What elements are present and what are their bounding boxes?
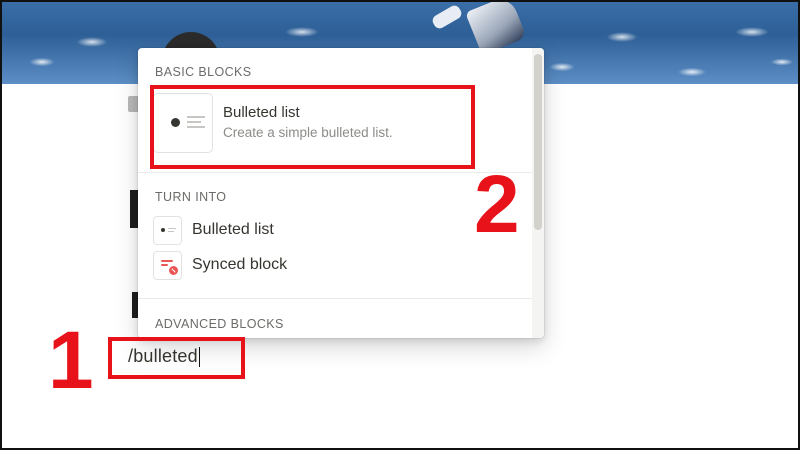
turn-into-item-label: Bulleted list: [192, 221, 274, 238]
menu-scrollbar-thumb[interactable]: [534, 54, 542, 230]
section-title-turn-into: TURN INTO: [155, 190, 227, 204]
annotation-highlight-menu-item: [150, 85, 475, 169]
menu-divider: [138, 172, 532, 173]
bulleted-list-icon: [154, 217, 181, 244]
heading-text-partial: [130, 190, 138, 228]
menu-divider: [138, 298, 532, 299]
synced-block-icon: [154, 252, 181, 279]
turn-into-item-synced-block[interactable]: Synced block: [152, 251, 512, 281]
astronaut-image-part: [430, 3, 464, 31]
section-title-basic-blocks: BASIC BLOCKS: [155, 65, 252, 79]
menu-scrollbar-track[interactable]: [532, 48, 544, 338]
section-title-advanced-blocks: ADVANCED BLOCKS: [155, 317, 284, 331]
turn-into-item-bulleted-list[interactable]: Bulleted list: [152, 216, 512, 246]
annotation-step-1: 1: [48, 315, 94, 406]
annotation-step-2: 2: [474, 159, 520, 250]
annotation-highlight-input: [108, 337, 245, 379]
turn-into-item-label: Synced block: [192, 256, 288, 273]
